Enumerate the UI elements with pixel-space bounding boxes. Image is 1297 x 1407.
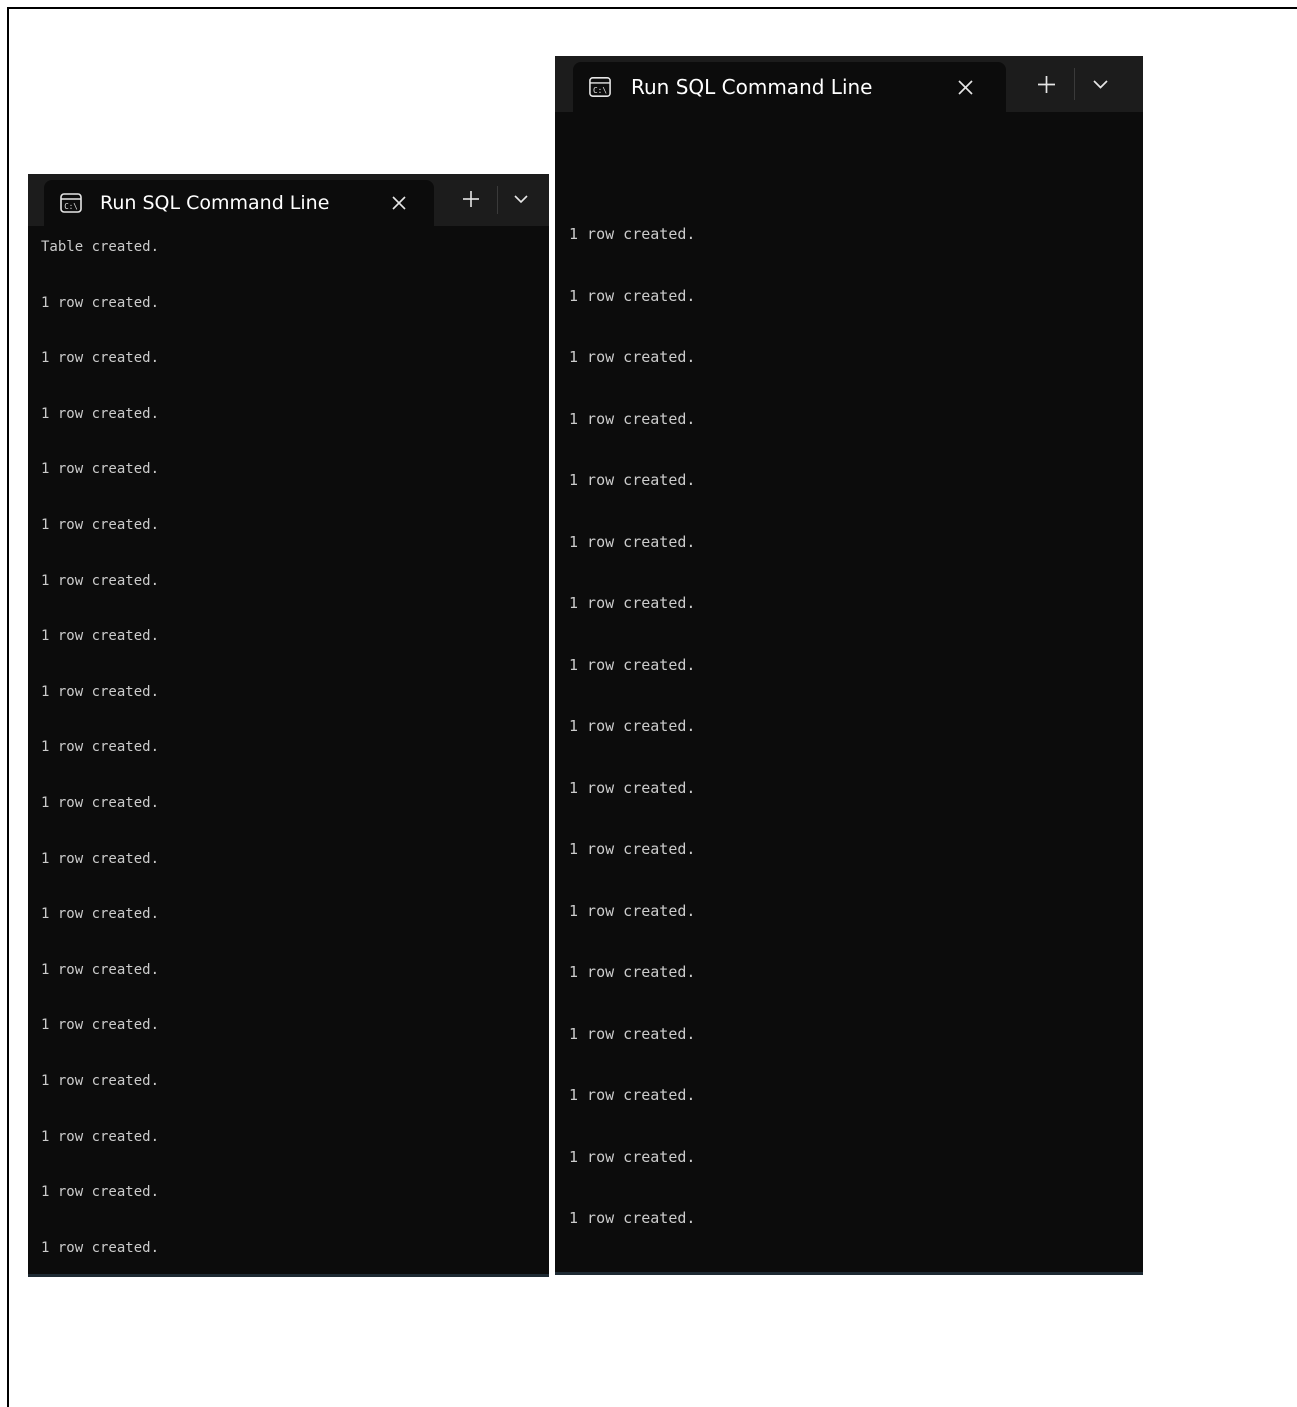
output-line: 1 row created. bbox=[41, 1128, 160, 1145]
output-line: 1 row created. bbox=[41, 683, 160, 700]
output-line: 1 row created. bbox=[569, 286, 696, 305]
output-line: 1 row created. bbox=[569, 717, 696, 735]
titlebar-separator bbox=[1074, 68, 1075, 100]
output-line: 1 row created. bbox=[569, 348, 696, 366]
output-line: 1 row created. bbox=[41, 1239, 160, 1256]
svg-text:C:\: C:\ bbox=[593, 86, 607, 95]
output-line: 1 row created. bbox=[41, 405, 160, 422]
output-line: 1 row created. bbox=[41, 1184, 160, 1201]
output-line: 1 row created. bbox=[569, 471, 696, 489]
output-line: 1 row created. bbox=[569, 655, 696, 674]
output-line: 1 row created. bbox=[569, 963, 696, 981]
terminal-icon: C:\ bbox=[60, 192, 82, 214]
output-line: 1 row created. bbox=[569, 225, 696, 243]
output-line: 1 row created. bbox=[41, 294, 160, 311]
output-line: 1 row created. bbox=[569, 409, 696, 428]
output-line: 1 row created. bbox=[569, 1086, 696, 1104]
output-line: 1 row created. bbox=[41, 795, 160, 811]
output-line: Table created. bbox=[41, 239, 160, 255]
svg-text:C:\: C:\ bbox=[64, 202, 78, 211]
output-line: 1 row created. bbox=[41, 1017, 160, 1034]
output-line: 1 row created. bbox=[41, 461, 160, 478]
output-line: 1 row created. bbox=[569, 778, 696, 797]
left-terminal-tab[interactable]: C:\ Run SQL Command Line bbox=[44, 180, 434, 226]
right-terminal-output: 1 row created. 1 row created. 1 row create… bbox=[555, 112, 1143, 1275]
tab-title: Run SQL Command Line bbox=[631, 75, 873, 99]
output-line: 1 row created. bbox=[569, 1147, 696, 1166]
output-line: 1 row created. bbox=[569, 1024, 696, 1043]
output-line: 1 row created. bbox=[41, 350, 160, 367]
left-terminal-window: C:\ Run SQL Command Line Table created. 1… bbox=[28, 174, 549, 1277]
output-line: 1 row created. bbox=[569, 1209, 696, 1227]
chevron-down-icon[interactable] bbox=[510, 187, 532, 211]
output-line: 1 row created. bbox=[569, 901, 696, 920]
tab-title: Run SQL Command Line bbox=[100, 192, 330, 214]
plus-icon[interactable] bbox=[458, 186, 484, 212]
output-line: 1 row created. bbox=[41, 850, 160, 867]
output-line: 1 row created. bbox=[569, 840, 696, 858]
output-line: 1 row created. bbox=[41, 572, 160, 589]
titlebar-separator bbox=[497, 186, 498, 214]
output-line: 1 row created. bbox=[41, 1073, 160, 1089]
output-line: 1 row created. bbox=[41, 961, 160, 978]
output-line: 1 row created. bbox=[569, 594, 696, 612]
output-line: 1 row created. bbox=[41, 628, 160, 645]
output-line: 1 row created. bbox=[41, 906, 160, 923]
left-terminal-bottom-border bbox=[28, 1274, 549, 1277]
right-terminal-bottom-border bbox=[555, 1272, 1143, 1275]
right-terminal-tab[interactable]: C:\ Run SQL Command Line bbox=[573, 62, 1006, 112]
close-icon[interactable] bbox=[956, 78, 974, 96]
terminal-icon: C:\ bbox=[589, 76, 611, 98]
left-terminal-output: Table created. 1 row created. 1 row create… bbox=[28, 226, 549, 1274]
output-line: 1 row created. bbox=[41, 739, 160, 756]
chevron-down-icon[interactable] bbox=[1088, 72, 1112, 96]
output-line: 1 row created. bbox=[41, 517, 160, 533]
right-terminal-window: C:\ Run SQL Command Line 1 row created. 1… bbox=[555, 56, 1143, 1275]
close-icon[interactable] bbox=[390, 194, 408, 212]
output-line: 1 row created. bbox=[569, 532, 696, 551]
plus-icon[interactable] bbox=[1032, 70, 1060, 98]
